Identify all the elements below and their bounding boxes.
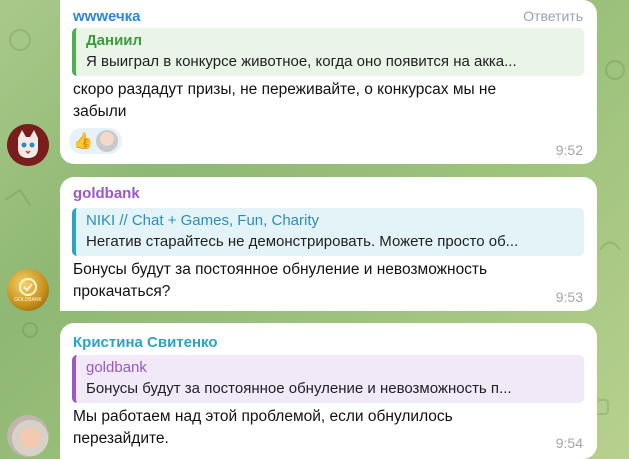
avatar-label: GOLDBANK — [14, 297, 42, 303]
quote-author: goldbank — [86, 359, 147, 376]
message-text-line: забыли — [73, 103, 127, 120]
message-text-line: перезайдите. — [73, 430, 169, 447]
cat-avatar-icon[interactable] — [7, 124, 49, 166]
sender-name[interactable]: Кристина Свитенко — [73, 334, 218, 351]
sender-name[interactable]: goldbank — [73, 185, 140, 202]
reply-quote[interactable]: NIKI // Chat + Games, Fun, Charity Негат… — [72, 208, 584, 256]
message-bubble[interactable]: wwwечка Ответить Даниил Я выиграл в конк… — [60, 0, 597, 164]
reply-button[interactable]: Ответить — [523, 8, 583, 24]
message-bubble[interactable]: goldbank NIKI // Chat + Games, Fun, Char… — [60, 177, 597, 311]
quote-text: Негатив старайтесь не демонстрировать. М… — [86, 233, 519, 250]
message-text: Бонусы будут за постоянное обнуление и н… — [73, 259, 573, 303]
reactions-bar[interactable]: 👍 — [69, 128, 122, 154]
quote-author: Даниил — [86, 32, 143, 49]
reply-quote[interactable]: Даниил Я выиграл в конкурсе животное, ко… — [72, 28, 584, 76]
message-text-line: прокачаться? — [73, 283, 171, 300]
reactor-avatar — [95, 130, 118, 152]
message-time: 9:52 — [555, 142, 583, 158]
thumbs-up-icon[interactable]: 👍 — [73, 131, 93, 151]
message-time: 9:54 — [555, 435, 583, 451]
message-text-line: Мы работаем над этой проблемой, если обн… — [73, 408, 453, 425]
quote-text: Бонусы будут за постоянное обнуление и н… — [86, 380, 512, 397]
message-text-line: Бонусы будут за постоянное обнуление и н… — [73, 261, 488, 278]
message-bubble[interactable]: Кристина Свитенко goldbank Бонусы будут … — [60, 323, 597, 459]
sender-name[interactable]: wwwечка — [73, 8, 141, 25]
reply-quote[interactable]: goldbank Бонусы будут за постоянное обну… — [72, 355, 584, 403]
message-time: 9:53 — [555, 289, 583, 305]
message-text-line: скоро раздадут призы, не переживайте, о … — [73, 81, 497, 98]
message-text: Мы работаем над этой проблемой, если обн… — [73, 406, 573, 450]
user-photo-avatar[interactable] — [7, 415, 49, 457]
goldbank-logo-icon[interactable]: GOLDBANK — [7, 269, 49, 311]
quote-author: NIKI // Chat + Games, Fun, Charity — [86, 212, 319, 229]
message-text: скоро раздадут призы, не переживайте, о … — [73, 79, 573, 123]
quote-text: Я выиграл в конкурсе животное, когда оно… — [86, 53, 517, 70]
